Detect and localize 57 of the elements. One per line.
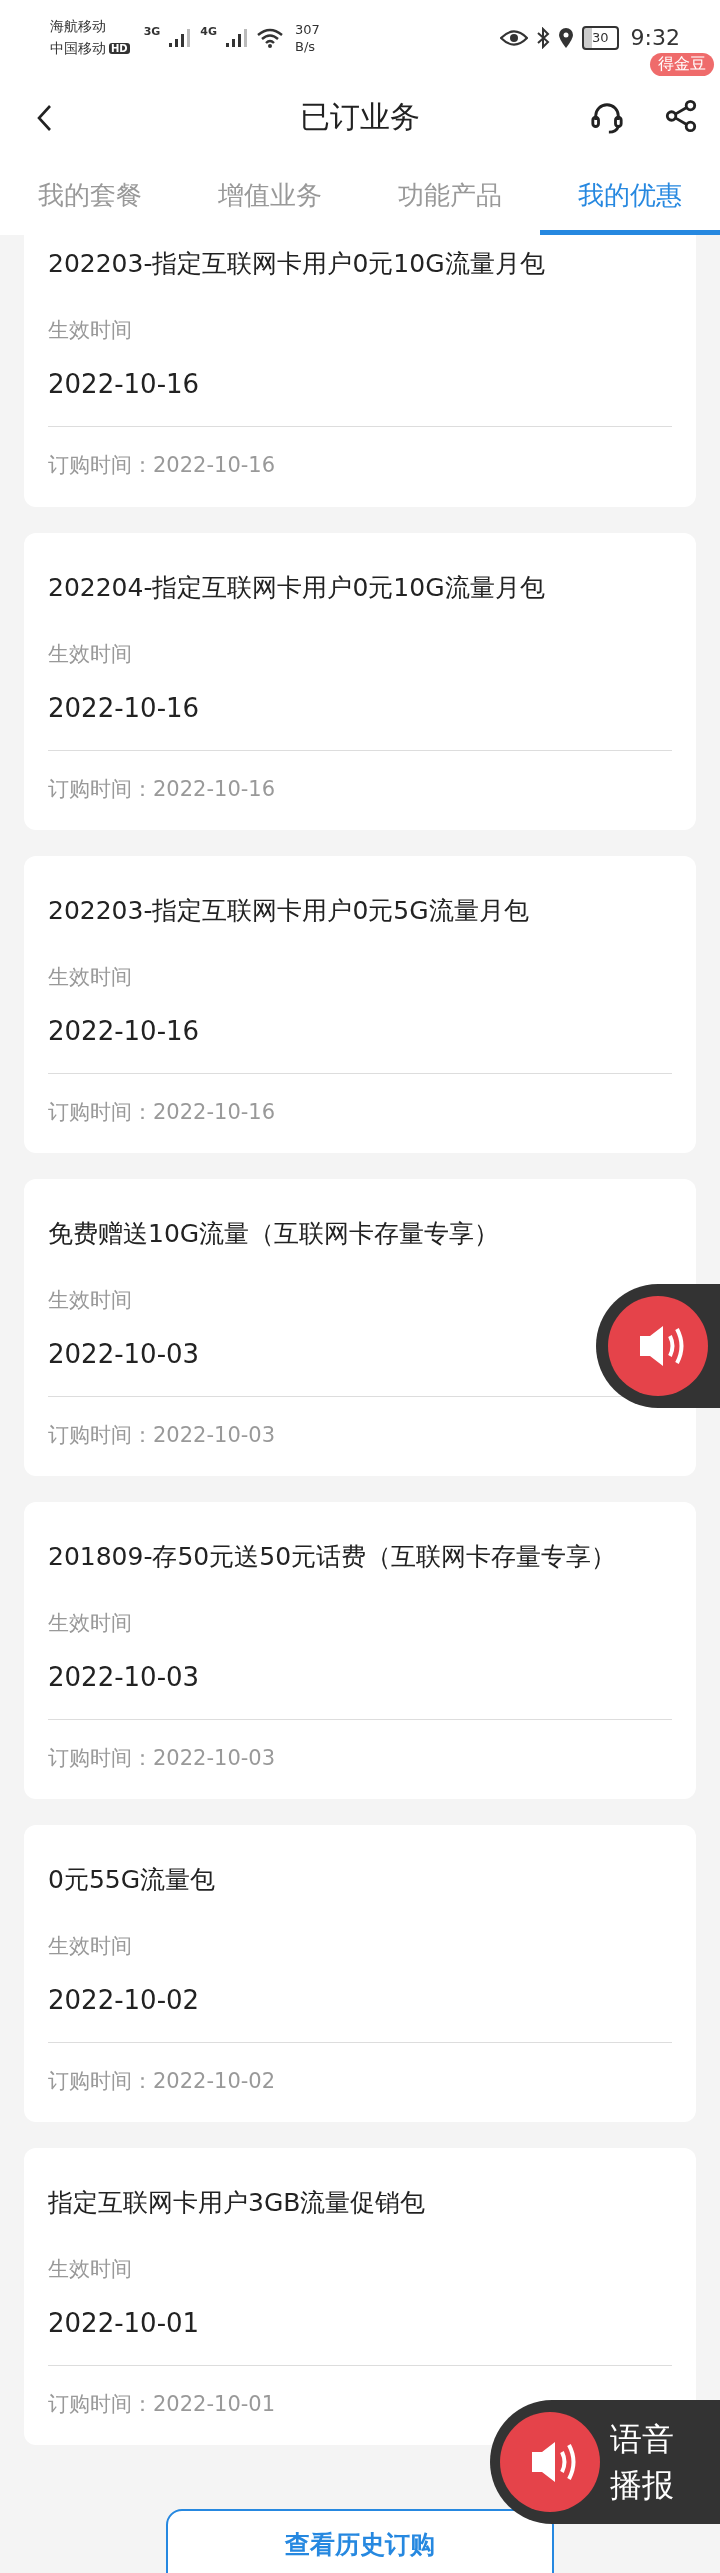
effective-date: 2022-10-01 xyxy=(48,2308,201,2338)
order-time: 订购时间：2022-10-03 xyxy=(48,1422,277,1449)
back-icon[interactable] xyxy=(36,103,52,132)
signal-icon xyxy=(168,27,193,48)
voice-broadcast-button[interactable]: 语音 播报 xyxy=(490,2400,720,2524)
bluetooth-icon xyxy=(536,26,551,49)
carrier-name: 中国移动 xyxy=(50,39,106,58)
speaker-icon xyxy=(500,2412,600,2512)
tab[interactable]: 我的套餐 xyxy=(0,160,180,235)
hd-badge: HD xyxy=(109,43,130,54)
effective-date: 2022-10-16 xyxy=(48,1016,201,1046)
order-time: 订购时间：2022-10-01 xyxy=(48,2391,277,2418)
location-icon xyxy=(558,26,575,49)
voice-label: 播报 xyxy=(610,2465,674,2506)
voice-broadcast-button[interactable] xyxy=(596,1284,720,1408)
effective-date: 2022-10-16 xyxy=(48,693,201,723)
speed-value: 307 xyxy=(295,20,320,38)
effective-label: 生效时间 xyxy=(48,1933,133,1960)
effective-label: 生效时间 xyxy=(48,317,133,344)
order-time: 订购时间：2022-10-02 xyxy=(48,2068,277,2095)
eye-icon xyxy=(500,28,529,47)
tab[interactable]: 增值业务 xyxy=(180,160,360,235)
order-time: 订购时间：2022-10-03 xyxy=(48,1745,277,1772)
network-type: 3G xyxy=(143,25,161,38)
order-time: 订购时间：2022-10-16 xyxy=(48,1099,277,1126)
speed-unit: B/s xyxy=(295,37,317,55)
effective-date: 2022-10-16 xyxy=(48,369,201,399)
effective-label: 生效时间 xyxy=(48,2256,133,2283)
effective-label: 生效时间 xyxy=(48,1610,133,1637)
effective-label: 生效时间 xyxy=(48,964,133,991)
voice-label: 语音 xyxy=(610,2419,674,2460)
clock-time: 9:32 xyxy=(630,25,680,50)
order-time: 订购时间：2022-10-16 xyxy=(48,776,277,803)
history-button[interactable]: 查看历史订购 xyxy=(166,2509,554,2573)
offer-name: 202203-指定互联网卡用户0元5G流量月包 xyxy=(48,895,530,927)
offer-name: 201809-存50元送50元话费（互联网卡存量专享） xyxy=(48,1541,618,1573)
effective-date: 2022-10-03 xyxy=(48,1662,201,1692)
network-type: 4G xyxy=(200,25,218,38)
headset-icon[interactable] xyxy=(590,100,624,135)
offer-name: 202204-指定互联网卡用户0元10G流量月包 xyxy=(48,572,546,604)
effective-date: 2022-10-02 xyxy=(48,1985,201,2015)
battery-icon: 30 xyxy=(582,25,619,50)
signal-icon xyxy=(225,27,250,48)
offer-name: 指定互联网卡用户3GB流量促销包 xyxy=(48,2187,427,2219)
tab[interactable]: 功能产品 xyxy=(360,160,540,235)
effective-date: 2022-10-03 xyxy=(48,1339,201,1369)
speaker-icon xyxy=(608,1296,708,1396)
effective-label: 生效时间 xyxy=(48,641,133,668)
carrier-name: 海航移动 xyxy=(50,17,107,36)
order-time: 订购时间：2022-10-16 xyxy=(48,452,277,479)
offer-name: 0元55G流量包 xyxy=(48,1864,217,1896)
offer-name: 免费赠送10G流量（互联网卡存量专享） xyxy=(48,1218,501,1250)
wifi-icon xyxy=(257,27,284,48)
effective-label: 生效时间 xyxy=(48,1287,133,1314)
page-title: 已订业务 xyxy=(299,98,421,136)
offer-name: 202203-指定互联网卡用户0元10G流量月包 xyxy=(48,248,546,280)
share-icon[interactable] xyxy=(664,98,698,133)
